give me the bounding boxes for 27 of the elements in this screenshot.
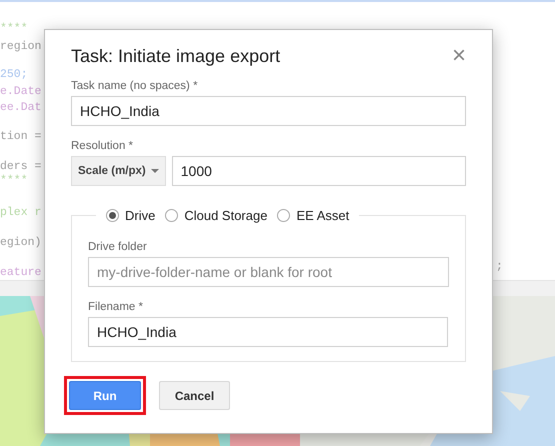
code-line: eature: [0, 266, 42, 280]
resolution-field[interactable]: 1000: [172, 156, 466, 186]
destination-radio[interactable]: Cloud Storage: [165, 208, 268, 223]
code-line: region: [0, 40, 42, 54]
close-button[interactable]: ×: [452, 44, 466, 68]
code-line: tion =: [0, 130, 42, 144]
field-label: Drive folder: [88, 241, 148, 253]
code-line: ee.Dat: [0, 101, 42, 115]
filename-field[interactable]: HCHO_India: [88, 317, 448, 347]
code-line: plex r: [0, 206, 42, 220]
destination-radio[interactable]: Drive: [106, 208, 156, 223]
code-line: 250;: [0, 68, 29, 82]
task-name-field[interactable]: HCHO_India: [71, 96, 466, 126]
code-line: ****: [0, 174, 29, 188]
code-line: ;: [496, 260, 503, 273]
code-line: ders =: [0, 160, 42, 174]
drive-folder-field[interactable]: my-drive-folder-name or blank for root: [88, 257, 449, 287]
cancel-button[interactable]: Cancel: [159, 381, 230, 410]
scale-dropdown[interactable]: Scale (m/px): [71, 156, 166, 186]
field-label: Filename *: [88, 301, 144, 313]
dialog-title: Task: Initiate image export: [71, 46, 280, 66]
code-line: e.Date: [0, 85, 42, 99]
destination-radio[interactable]: EE Asset: [277, 208, 350, 223]
code-line: ****: [0, 22, 29, 36]
code-line: egion): [0, 236, 42, 250]
field-label: Resolution *: [71, 140, 134, 152]
field-label: Task name (no spaces) *: [71, 80, 199, 92]
